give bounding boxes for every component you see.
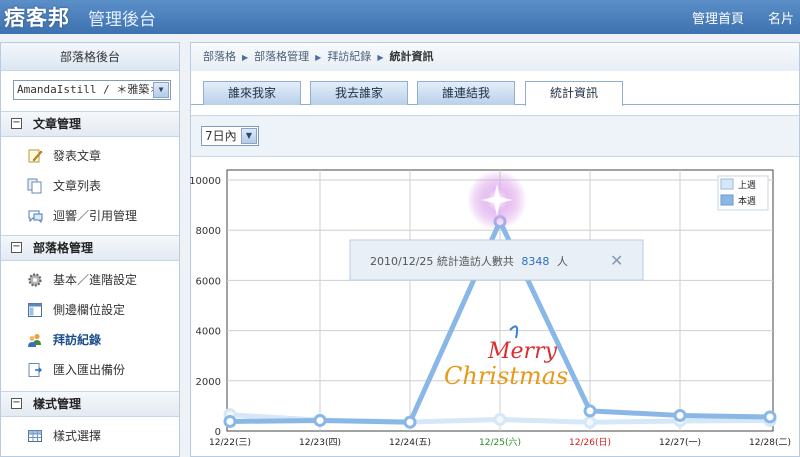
- tooltip-suffix: 人: [557, 255, 568, 268]
- legend-label-this-week: 本週: [738, 195, 756, 207]
- x-tick-label: 12/23(四): [299, 438, 341, 448]
- x-tick-label: 12/22(三): [209, 438, 251, 448]
- tooltip-prefix: 2010/12/25 統計造訪人數共: [370, 254, 514, 268]
- y-tick-label: 6000: [196, 276, 221, 287]
- visits-line-chart: 0200040006000800010000 12/22(三) 12/23(四) 1…: [189, 169, 791, 448]
- legend-swatch-last-week: [720, 178, 734, 190]
- x-tick-label: 12/26(日): [569, 437, 611, 448]
- close-icon[interactable]: ✕: [610, 251, 623, 270]
- x-tick-label: 12/24(五): [389, 438, 431, 448]
- overlay-merry: Merry: [487, 339, 558, 364]
- data-point[interactable]: [493, 412, 507, 426]
- y-tick-label: 8000: [196, 226, 221, 237]
- data-point[interactable]: [403, 415, 417, 429]
- svg-text:2010/12/25 統計造訪人數共 8348: 2010/12/25 統計造訪人數共 8348 人: [370, 254, 568, 268]
- data-point[interactable]: [583, 404, 597, 418]
- y-tick-label: 10000: [189, 176, 221, 187]
- y-tick-label: 2000: [196, 377, 221, 388]
- data-point[interactable]: [583, 415, 597, 429]
- overlay-christmas: Christmas: [444, 362, 568, 390]
- chart-legend: 上週 本週: [717, 175, 769, 211]
- data-point[interactable]: [313, 413, 327, 427]
- x-tick-label: 12/27(一): [659, 438, 701, 448]
- peak-star-glow: [467, 170, 527, 230]
- y-tick-label: 4000: [196, 327, 221, 338]
- y-axis: 0 2000 4000 6000 8000 10000: [189, 176, 221, 438]
- tooltip: 2010/12/25 統計造訪人數共 8348 人 ✕: [349, 239, 644, 281]
- x-tick-label: 12/28(二): [749, 438, 791, 448]
- data-point[interactable]: [673, 408, 687, 422]
- y-tick-label: 0: [215, 427, 221, 438]
- legend-swatch-this-week: [720, 194, 734, 206]
- tooltip-value: 8348: [521, 255, 549, 268]
- data-point[interactable]: [223, 414, 237, 428]
- x-tick-label: 12/25(六): [479, 436, 521, 448]
- x-axis: 12/22(三) 12/23(四) 12/24(五) 12/25(六) 12/26(日)…: [209, 436, 791, 448]
- data-point[interactable]: [763, 410, 777, 424]
- legend-label-last-week: 上週: [738, 180, 756, 191]
